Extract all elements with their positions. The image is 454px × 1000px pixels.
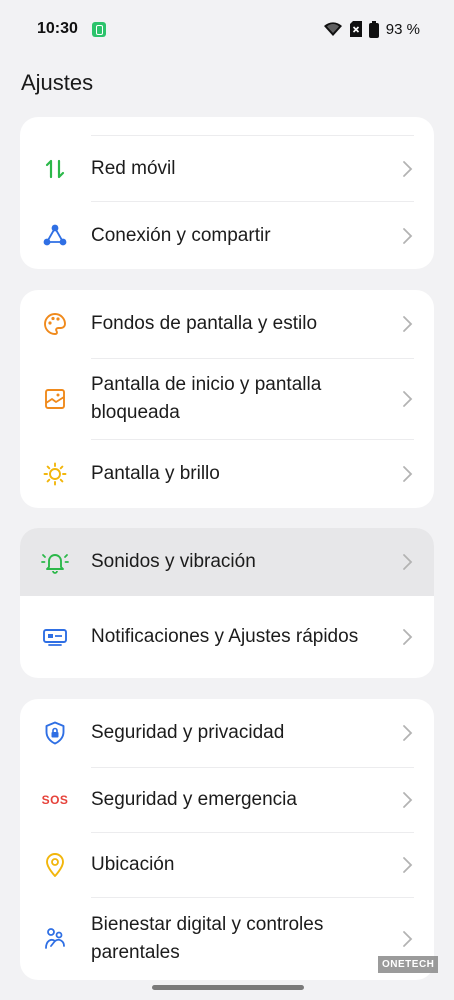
chevron-right-icon [403,227,413,244]
settings-group-network: Red móvil Conexión y compartir [20,117,434,269]
battery-percent: 93 % [385,20,420,38]
settings-group-security: Seguridad y privacidad SOS Seguridad y e… [20,699,434,980]
settings-item-label: Ubicación [91,854,175,875]
notification-panel-icon [40,622,70,652]
no-sim-icon [349,21,362,37]
app-notification-icon [91,21,106,37]
settings-item-label: Seguridad y privacidad [91,722,285,743]
home-lock-screen-icon [40,384,70,414]
settings-item-notificaciones-ajustes-rapidos[interactable]: Notificaciones y Ajustes rápidos [20,596,434,678]
bell-vibration-icon [40,547,70,577]
settings-item-pantalla-inicio-bloqueo[interactable]: Pantalla de inicio y pantalla bloqueada [20,359,434,439]
shield-lock-icon [40,718,70,748]
mobile-data-arrows-icon [40,154,70,184]
watermark-logo: ONETECH [378,956,439,973]
settings-group-display: Fondos de pantalla y estilo Pantalla de … [20,290,434,508]
chevron-right-icon [403,792,413,808]
settings-item-label: Conexión y compartir [91,224,271,246]
chevron-right-icon [403,629,413,645]
chevron-right-icon [403,554,413,570]
sos-icon-text: SOS [41,793,69,807]
settings-item-fondos-estilo[interactable]: Fondos de pantalla y estilo [20,290,434,358]
settings-item-label: Sonidos y vibración [91,551,256,572]
settings-item-label: Seguridad y emergencia [91,789,297,810]
settings-item-bienestar-digital[interactable]: Bienestar digital y controles parentales [20,898,434,980]
settings-item-label: Fondos de pantalla y estilo [91,313,318,334]
chevron-right-icon [403,316,413,332]
settings-item-red-movil[interactable]: Red móvil [20,136,434,201]
chevron-right-icon [403,725,413,741]
chevron-right-icon [403,931,413,947]
chevron-right-icon [403,857,413,873]
settings-item-conexion-compartir[interactable]: Conexión y compartir [20,202,434,269]
settings-item-pantalla-brillo[interactable]: Pantalla y brillo [20,440,434,508]
palette-icon [40,309,70,339]
digital-wellbeing-icon [40,924,70,954]
page-title: Ajustes [21,70,94,95]
settings-item-label: Notificaciones y Ajustes rápidos [91,626,359,647]
sun-icon [40,459,70,489]
status-time: 10:30 [37,20,78,37]
settings-item-sonidos-vibracion[interactable]: Sonidos y vibración [20,528,434,596]
home-indicator[interactable] [152,985,304,990]
settings-item-seguridad-emergencia[interactable]: SOS Seguridad y emergencia [20,768,434,832]
settings-item-label: Bienestar digital y controles parentales [91,914,324,963]
settings-item-label: Pantalla de inicio y pantalla bloqueada [91,374,322,423]
connection-share-icon [40,221,70,251]
settings-item-label: Red móvil [91,157,176,179]
battery-icon [368,20,379,38]
chevron-right-icon [403,391,413,407]
settings-item-label: Pantalla y brillo [91,463,220,484]
settings-item-ubicacion[interactable]: Ubicación [20,833,434,897]
chevron-right-icon [403,466,413,482]
chevron-right-icon [403,160,413,177]
status-icons: 93 % [323,20,420,38]
sos-icon: SOS [40,785,70,815]
status-bar: 10:30 93 % [0,0,454,58]
settings-group-sound-notifications: Sonidos y vibración Notificaciones y Aju… [20,528,434,678]
location-pin-icon [40,850,70,880]
settings-item-seguridad-privacidad[interactable]: Seguridad y privacidad [20,699,434,767]
wifi-icon [323,22,342,36]
